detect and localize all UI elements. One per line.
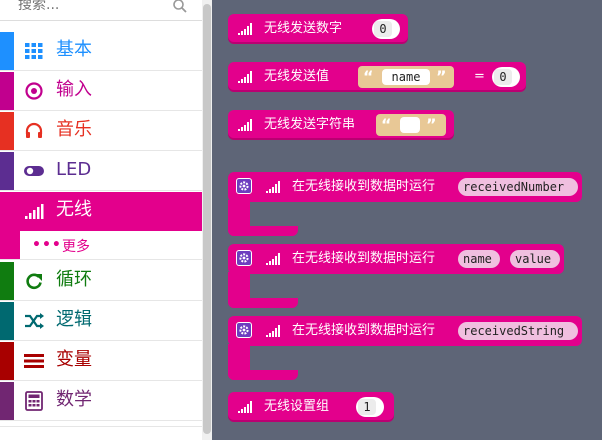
on-received-number-block[interactable]: 在无线接收到数据时运行 receivedNumber — [228, 172, 582, 236]
category-label: LED — [56, 159, 92, 180]
radio-send-value-block[interactable]: 无线发送值 “ name ” = 0 — [228, 62, 526, 92]
block-label: 无线设置组 — [264, 399, 330, 414]
radio-send-string-block[interactable]: 无线发送字符串 “ ” — [228, 110, 454, 140]
gear-icon[interactable] — [236, 322, 252, 338]
block-label: 在无线接收到数据时运行 — [292, 323, 436, 338]
category-color-stripe — [0, 112, 14, 150]
category-logic[interactable]: 逻辑 — [0, 302, 202, 341]
category-color-stripe — [0, 262, 14, 300]
variable-pill[interactable]: receivedNumber — [458, 178, 578, 196]
block-label: 无线发送值 — [264, 69, 330, 84]
open-quote: “ — [363, 67, 374, 86]
category-label: 输入 — [56, 79, 92, 100]
close-quote: ” — [426, 115, 437, 134]
number-input-slot[interactable]: 1 — [356, 397, 384, 417]
category-color-stripe — [0, 152, 14, 190]
category-color-stripe — [0, 32, 14, 70]
signal-bars-icon — [266, 253, 280, 265]
category-label: 无线 — [56, 199, 92, 220]
category-color-stripe — [0, 302, 14, 340]
grid-icon — [25, 43, 43, 59]
signal-bars-icon — [238, 23, 252, 35]
toolbox-bottom-edge — [0, 426, 202, 440]
block-label: 无线发送数字 — [264, 21, 343, 36]
variable-pill[interactable]: name — [458, 250, 500, 268]
category-label: 基本 — [56, 39, 92, 60]
signal-bars-icon — [238, 71, 252, 83]
search-input[interactable] — [0, 0, 178, 18]
category-loops[interactable]: 循环 — [0, 262, 202, 301]
string-input-slot[interactable]: “ name ” — [358, 66, 454, 88]
headphones-icon — [25, 122, 43, 138]
search-icon[interactable] — [172, 0, 188, 14]
string-input-slot[interactable]: “ ” — [376, 114, 446, 136]
number-value[interactable]: 0 — [374, 21, 392, 37]
block-label: 在无线接收到数据时运行 — [292, 179, 436, 194]
on-received-string-block[interactable]: 在无线接收到数据时运行 receivedString — [228, 316, 582, 380]
category-label: 逻辑 — [56, 309, 92, 330]
more-dots-icon: ••• — [32, 237, 62, 253]
close-quote: ” — [436, 67, 447, 86]
category-label: 数学 — [56, 389, 92, 410]
variable-pill[interactable]: value — [510, 250, 560, 268]
block-label: 在无线接收到数据时运行 — [292, 251, 436, 266]
toggle-icon — [24, 166, 44, 176]
event-block-foot — [228, 226, 298, 236]
block-label: 无线发送字符串 — [264, 117, 356, 132]
signal-bars-icon — [238, 119, 252, 131]
radio-set-group-block[interactable]: 无线设置组 1 — [228, 392, 394, 422]
signal-bars-icon — [238, 401, 252, 413]
category-variables[interactable]: 变量 — [0, 342, 202, 381]
category-radio-more[interactable]: ••• 更多 — [0, 231, 202, 260]
toolbox-search — [0, 0, 202, 21]
signal-bars-icon — [266, 325, 280, 337]
signal-bars-icon — [25, 204, 44, 219]
on-received-value-block[interactable]: 在无线接收到数据时运行 name value — [228, 244, 564, 308]
toolbox: 基本 输入 音乐 LED — [0, 0, 202, 440]
category-led[interactable]: LED — [0, 152, 202, 191]
category-label: 变量 — [56, 349, 92, 370]
category-math[interactable]: 数学 — [0, 382, 202, 421]
category-label: 循环 — [56, 269, 92, 290]
list-lines-icon — [24, 354, 44, 368]
number-value[interactable]: 1 — [358, 399, 376, 415]
event-block-foot — [228, 370, 298, 380]
signal-bars-icon — [266, 181, 280, 193]
category-input[interactable]: 输入 — [0, 72, 202, 111]
gear-icon[interactable] — [236, 250, 252, 266]
event-block-foot — [228, 298, 298, 308]
number-input-slot[interactable]: 0 — [492, 67, 520, 87]
shuffle-icon — [25, 313, 44, 329]
radio-target-icon — [25, 82, 43, 100]
string-value[interactable] — [400, 117, 420, 133]
category-music[interactable]: 音乐 — [0, 112, 202, 151]
variable-pill[interactable]: receivedString — [458, 322, 578, 340]
number-input-slot[interactable]: 0 — [372, 19, 400, 39]
category-basic[interactable]: 基本 — [0, 32, 202, 71]
open-quote: “ — [381, 115, 392, 134]
refresh-icon — [26, 273, 42, 290]
blocks-flyout: 无线发送数字 0 无线发送值 “ name ” = 0 无线发送字符串 “ ” — [212, 0, 602, 440]
equals-sign: = — [474, 69, 485, 84]
category-radio[interactable]: 无线 — [0, 192, 202, 231]
category-color-stripe — [0, 231, 20, 259]
calculator-icon — [25, 391, 43, 411]
category-color-stripe — [0, 382, 14, 420]
radio-send-number-block[interactable]: 无线发送数字 0 — [228, 14, 408, 44]
gear-icon[interactable] — [236, 178, 252, 194]
category-label: 音乐 — [56, 119, 92, 140]
string-value[interactable]: name — [382, 69, 430, 85]
category-color-stripe — [0, 72, 14, 110]
number-value[interactable]: 0 — [494, 69, 512, 85]
category-color-stripe — [0, 342, 14, 380]
toolbox-scrollbar-thumb[interactable] — [203, 4, 211, 434]
category-label: 更多 — [62, 239, 90, 255]
